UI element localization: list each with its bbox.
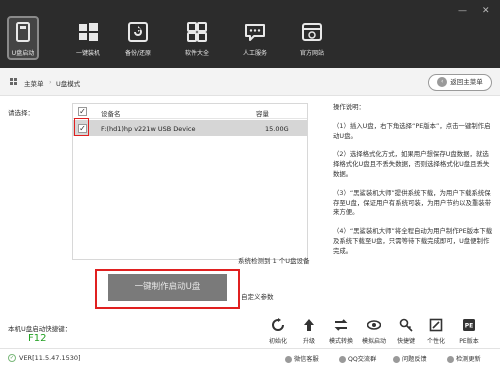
nav-usb-boot[interactable]: U盘启动: [0, 20, 48, 57]
nav-official-site[interactable]: 官方网站: [287, 20, 337, 57]
table-row[interactable]: ✓ F:(hd1)hp v221w USB Device 15.00G: [73, 120, 307, 136]
nav-one-click-install[interactable]: 一键装机: [63, 20, 113, 57]
breadcrumb-separator: ›: [49, 78, 52, 86]
tool-pe-version[interactable]: PE PE版本: [451, 318, 487, 345]
svg-text:PE: PE: [465, 323, 474, 330]
device-detect-status: 系统检测到 1 个U盘设备: [238, 257, 310, 265]
windows-icon: [79, 23, 98, 41]
instruction-step: （1）插入U盘，右下角选择“PE版本”，点击一键制作启动U盘。: [333, 121, 491, 140]
tool-label: 个性化: [426, 338, 445, 345]
back-arrow-icon: ‹: [437, 77, 448, 87]
qq-group-link[interactable]: QQ交流群: [339, 354, 376, 363]
instruction-step: （2）选择格式化方式，如果用户想保存U盘数据，就选择格式化U盘且不丢失数据，否则…: [333, 150, 490, 178]
device-name: F:(hd1)hp v221w USB Device: [101, 125, 196, 133]
footer-link-label: 问题反馈: [402, 356, 427, 363]
feedback-link[interactable]: 问题反馈: [393, 354, 427, 363]
column-capacity: 容量: [256, 110, 269, 118]
version-info: ✓ VER[11.5.47.1530]: [8, 354, 81, 362]
tool-simulate-boot[interactable]: 模拟启动: [356, 318, 392, 345]
qq-icon: [339, 355, 346, 363]
pe-version-icon: PE: [463, 319, 475, 331]
convert-icon: [334, 319, 348, 331]
instruction-step: （3）“黑鲨装机大师”提供系统下载，为用户下载系统保存至U盘，保证用户有系统可装…: [333, 188, 492, 217]
back-to-main-menu-button[interactable]: ‹ 返回主菜单: [428, 74, 492, 91]
instructions-panel: 操作说明： （1）插入U盘，右下角选择“PE版本”，点击一键制作启动U盘。 （2…: [333, 103, 493, 266]
wechat-icon: [285, 355, 292, 363]
upgrade-icon: [304, 319, 314, 331]
software-grid-icon: [187, 22, 207, 42]
select-label: 请选择：: [8, 109, 34, 117]
tool-label: PE版本: [459, 338, 479, 345]
nav-label: 软件大全: [184, 50, 209, 57]
usb-drive-icon: [16, 22, 30, 42]
footer-link-label: 微信客服: [294, 356, 319, 363]
column-device-name: 设备名: [101, 110, 121, 118]
device-capacity: 15.00G: [265, 125, 289, 133]
hotkey-value: F12: [28, 333, 47, 344]
nav-label: 一键装机: [75, 50, 100, 57]
footer-link-label: QQ交流群: [348, 356, 377, 363]
check-update-link[interactable]: 检测更新: [447, 354, 481, 363]
shortcut-key-icon: [399, 318, 413, 332]
menu-icon: [10, 78, 17, 85]
tool-label: 升级: [302, 338, 315, 345]
instructions-title: 操作说明：: [333, 103, 365, 111]
hotkey-label: 本机U盘启动快捷键：: [8, 325, 72, 333]
nav-backup-restore[interactable]: 备份/还原: [113, 20, 163, 57]
back-button-label: 返回主菜单: [450, 78, 483, 86]
footer-divider: [0, 348, 500, 349]
update-icon: [447, 355, 454, 363]
nav-label: 人工服务: [242, 50, 267, 57]
tool-label: 模式转换: [328, 338, 353, 345]
nav-label: 备份/还原: [124, 50, 152, 57]
top-navigation-bar: U盘启动 一键装机 备份/还原 软件大全 人工服务 官方网站 — ✕: [0, 0, 500, 68]
nav-software[interactable]: 软件大全: [172, 20, 222, 57]
nav-human-service[interactable]: 人工服务: [230, 20, 280, 57]
select-all-checkbox[interactable]: ✓: [78, 107, 87, 116]
personalize-icon: [429, 318, 443, 332]
tool-upgrade[interactable]: 升级: [291, 318, 327, 345]
highlight-box-checkbox: [74, 118, 89, 136]
nav-label: 官方网站: [299, 50, 324, 57]
breadcrumb: 主菜单 › U盘模式 ‹ 返回主菜单: [0, 68, 500, 96]
check-icon: ✓: [8, 354, 16, 362]
tool-personalize[interactable]: 个性化: [418, 318, 454, 345]
close-button[interactable]: ✕: [482, 6, 490, 16]
nav-label: U盘启动: [11, 50, 35, 57]
chat-icon: [245, 24, 265, 41]
reset-icon: [272, 318, 284, 331]
simulate-icon: [367, 320, 381, 330]
device-table: ✓ 设备名 容量 ✓ F:(hd1)hp v221w USB Device 15…: [72, 103, 308, 260]
website-icon: [302, 23, 322, 41]
minimize-button[interactable]: —: [458, 6, 467, 16]
backup-restore-icon: [128, 22, 148, 42]
tool-mode-convert[interactable]: 模式转换: [323, 318, 359, 345]
feedback-icon: [393, 355, 400, 363]
table-header: ✓ 设备名 容量: [73, 104, 307, 119]
instruction-step: （4）“黑鲨装机大师”将全程自动为用户制作PE版本下载及系统下载至U盘，只需等待…: [333, 227, 493, 255]
tool-label: 模拟启动: [361, 338, 386, 345]
footer-link-label: 检测更新: [456, 356, 481, 363]
breadcrumb-main-menu[interactable]: 主菜单: [24, 78, 44, 88]
create-boot-usb-button[interactable]: 一键制作启动U盘: [108, 274, 227, 301]
wechat-service-link[interactable]: 微信客服: [285, 354, 319, 363]
custom-params-link[interactable]: 自定义参数: [241, 291, 274, 301]
breadcrumb-usb-mode: U盘模式: [56, 80, 81, 88]
version-text: VER[11.5.47.1530]: [19, 354, 81, 362]
